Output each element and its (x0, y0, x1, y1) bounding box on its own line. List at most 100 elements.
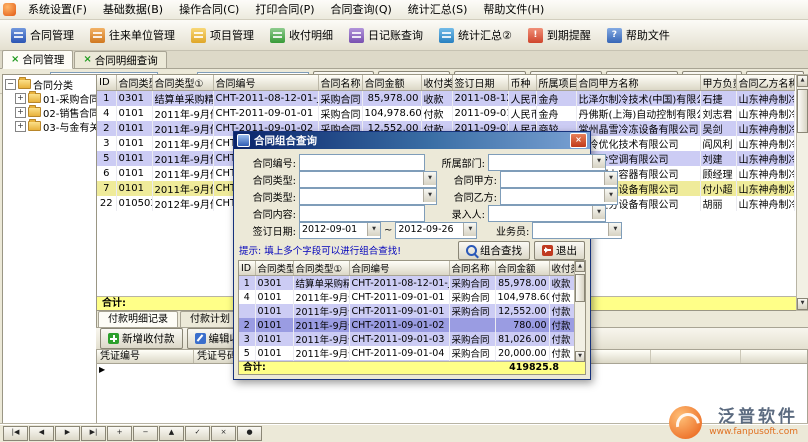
column-header[interactable]: 合同金额 (362, 75, 421, 91)
expand-icon[interactable]: + (15, 93, 26, 104)
column-header[interactable]: 合同类型① (152, 75, 213, 91)
nav-button[interactable]: × (211, 426, 236, 441)
tab-close-icon[interactable]: × (11, 55, 19, 65)
salesman-select[interactable] (532, 222, 622, 239)
scroll-thumb[interactable] (575, 274, 585, 302)
date-to-select[interactable]: 2012-09-26 (395, 222, 477, 239)
tab-contract-management[interactable]: × 合同管理 (2, 50, 73, 69)
column-header[interactable]: 合同类型① (293, 261, 349, 276)
tab-contract-detail-query[interactable]: × 合同明细查询 (74, 51, 166, 68)
dialog-fields: 合同编号: 所属部门: 合同类型: 合同甲方: 合同类型: 合同乙方: 合同内容… (234, 149, 590, 241)
column-header[interactable]: 所属项目名称 (536, 75, 576, 91)
column-header[interactable]: 合同编号 (349, 261, 449, 276)
table-row[interactable]: 401012011年-9月份 CHT-2011-09-01-01采购合同104,… (239, 290, 575, 304)
toolbar-button[interactable]: 帮助文件 (599, 22, 678, 48)
column-header[interactable]: 合同金额 (495, 261, 549, 276)
toolbar-button[interactable]: 合同管理 (3, 22, 82, 48)
folder-icon (28, 93, 41, 103)
tree-root[interactable]: − 合同分类 (3, 77, 96, 91)
party-a-select[interactable] (500, 171, 618, 188)
column-header[interactable]: 签订日期 (452, 75, 508, 91)
menu-item[interactable]: 操作合同(C) (171, 0, 247, 20)
column-header[interactable]: ID (239, 261, 255, 276)
table-row[interactable]: 10301结算单采购精晶 CHT-2011-08-12-01-JZ采购合同85,… (239, 276, 575, 291)
table-row[interactable]: 01012011年-9月份 CHT-2011-09-01-01采购合同12,55… (239, 304, 575, 318)
party-b-select[interactable] (500, 188, 618, 205)
dialog-tip-row: 提示: 填上多个字段可以进行组合查找! 组合查找 退出 (234, 241, 590, 259)
content-input[interactable] (299, 205, 425, 222)
nav-button[interactable]: ● (237, 426, 262, 441)
tree-item[interactable]: + 02-销售合同 (3, 105, 96, 119)
column-header[interactable]: 币种 (508, 75, 536, 91)
date-from-select[interactable]: 2012-09-01 (299, 222, 381, 239)
table-row[interactable]: 501012011年-9月份 CHT-2011-09-01-04采购合同20,0… (239, 346, 575, 360)
table-row[interactable]: 301012011年-9月份 CHT-2011-09-01-03采购合同81,0… (239, 332, 575, 346)
column-header[interactable]: 合同类型 (116, 75, 152, 91)
payment-column-header[interactable]: 凭证编号 (97, 350, 194, 363)
tab-close-icon[interactable]: × (83, 55, 91, 65)
scroll-up-icon[interactable]: ▲ (797, 75, 808, 87)
column-header[interactable]: 合同类型 (255, 261, 293, 276)
toolbar-button[interactable]: 项目管理 (183, 22, 262, 48)
dialog-titlebar[interactable]: 合同组合查询 × (234, 132, 590, 149)
scroll-down-icon[interactable]: ▼ (575, 351, 585, 362)
toolbar-button[interactable]: 收付明细 (262, 22, 341, 48)
table-row[interactable]: 90101 CHT-2011-09-01-0662,930.00付款 (239, 374, 575, 375)
dialog-title: 合同组合查询 (254, 133, 566, 148)
toolbar-button[interactable]: 到期提醒 (520, 22, 599, 48)
nav-button[interactable]: + (107, 426, 132, 441)
expand-icon[interactable]: + (15, 107, 26, 118)
menu-item[interactable]: 打印合同(P) (247, 0, 322, 20)
tab-payment-detail[interactable]: 付款明细记录 (98, 311, 178, 327)
tree-item[interactable]: + 03-与金有关采购 (3, 119, 96, 133)
column-header[interactable]: 合同名称 (449, 261, 495, 276)
type1-label: 合同类型: (239, 172, 299, 187)
column-header[interactable]: 收付类 (549, 261, 575, 276)
dept-select[interactable] (488, 154, 606, 171)
dialog-scrollbar[interactable]: ▲ ▼ (574, 261, 585, 362)
dialog-close-icon[interactable]: × (570, 133, 587, 148)
table-row[interactable]: 401012011年-9月份CHT-2011-09-01-01 采购合同104,… (97, 106, 794, 121)
column-header[interactable]: 合同甲方名称 (576, 75, 700, 91)
contract-no-input[interactable] (299, 154, 425, 171)
column-header[interactable]: 合同乙方名称 (736, 75, 794, 91)
column-header[interactable]: 合同名称 (318, 75, 362, 91)
menu-item[interactable]: 系统设置(F) (20, 0, 95, 20)
menu-item[interactable]: 合同查询(Q) (323, 0, 400, 20)
vertical-scrollbar[interactable]: ▲ ▼ (796, 74, 808, 311)
scroll-up-icon[interactable]: ▲ (575, 261, 585, 272)
scroll-thumb[interactable] (797, 89, 808, 133)
column-header[interactable]: ID (97, 75, 116, 91)
nav-button[interactable]: ✓ (185, 426, 210, 441)
nav-button[interactable]: ◀ (29, 426, 54, 441)
nav-button[interactable]: ▶| (81, 426, 106, 441)
entry-person-select[interactable] (488, 205, 606, 222)
contract-category-tree: − 合同分类 + 01-采购合同 + 02-销售合同 + 03-与金有关采购 (2, 74, 97, 424)
tab-payment-plan[interactable]: 付款计划 (180, 311, 240, 327)
nav-button[interactable]: ▶ (55, 426, 80, 441)
combo-search-button[interactable]: 组合查找 (458, 241, 530, 260)
collapse-icon[interactable]: − (5, 79, 16, 90)
menu-item[interactable]: 帮助文件(H) (475, 0, 552, 20)
expand-icon[interactable]: + (15, 121, 26, 132)
toolbar-button-label: 合同管理 (30, 27, 74, 43)
tree-item[interactable]: + 01-采购合同 (3, 91, 96, 105)
payment-action-button[interactable]: 新增收付款 (100, 328, 183, 349)
table-row[interactable]: 10301结算单采购精晶CHT-2011-08-12-01-JZ 采购合同85,… (97, 91, 794, 107)
nav-button[interactable]: |◀ (3, 426, 28, 441)
menu-item[interactable]: 基础数据(B) (95, 0, 171, 20)
exit-button[interactable]: 退出 (534, 241, 585, 260)
type2-select[interactable] (299, 188, 437, 205)
nav-button[interactable]: ▲ (159, 426, 184, 441)
type1-select[interactable] (299, 171, 437, 188)
column-header[interactable]: 甲方负责人 (700, 75, 736, 91)
table-row[interactable]: 201012011年-9月份 CHT-2011-09-01-02780.00付款 (239, 318, 575, 332)
toolbar-button[interactable]: 往来单位管理 (82, 22, 183, 48)
toolbar-button[interactable]: 统计汇总② (431, 22, 520, 48)
column-header[interactable]: 合同编号 (213, 75, 318, 91)
nav-button[interactable]: − (133, 426, 158, 441)
scroll-down-icon[interactable]: ▼ (797, 298, 808, 310)
toolbar-button[interactable]: 日记账查询 (341, 22, 431, 48)
menu-item[interactable]: 统计汇总(S) (400, 0, 476, 20)
column-header[interactable]: 收付类型 (421, 75, 452, 91)
